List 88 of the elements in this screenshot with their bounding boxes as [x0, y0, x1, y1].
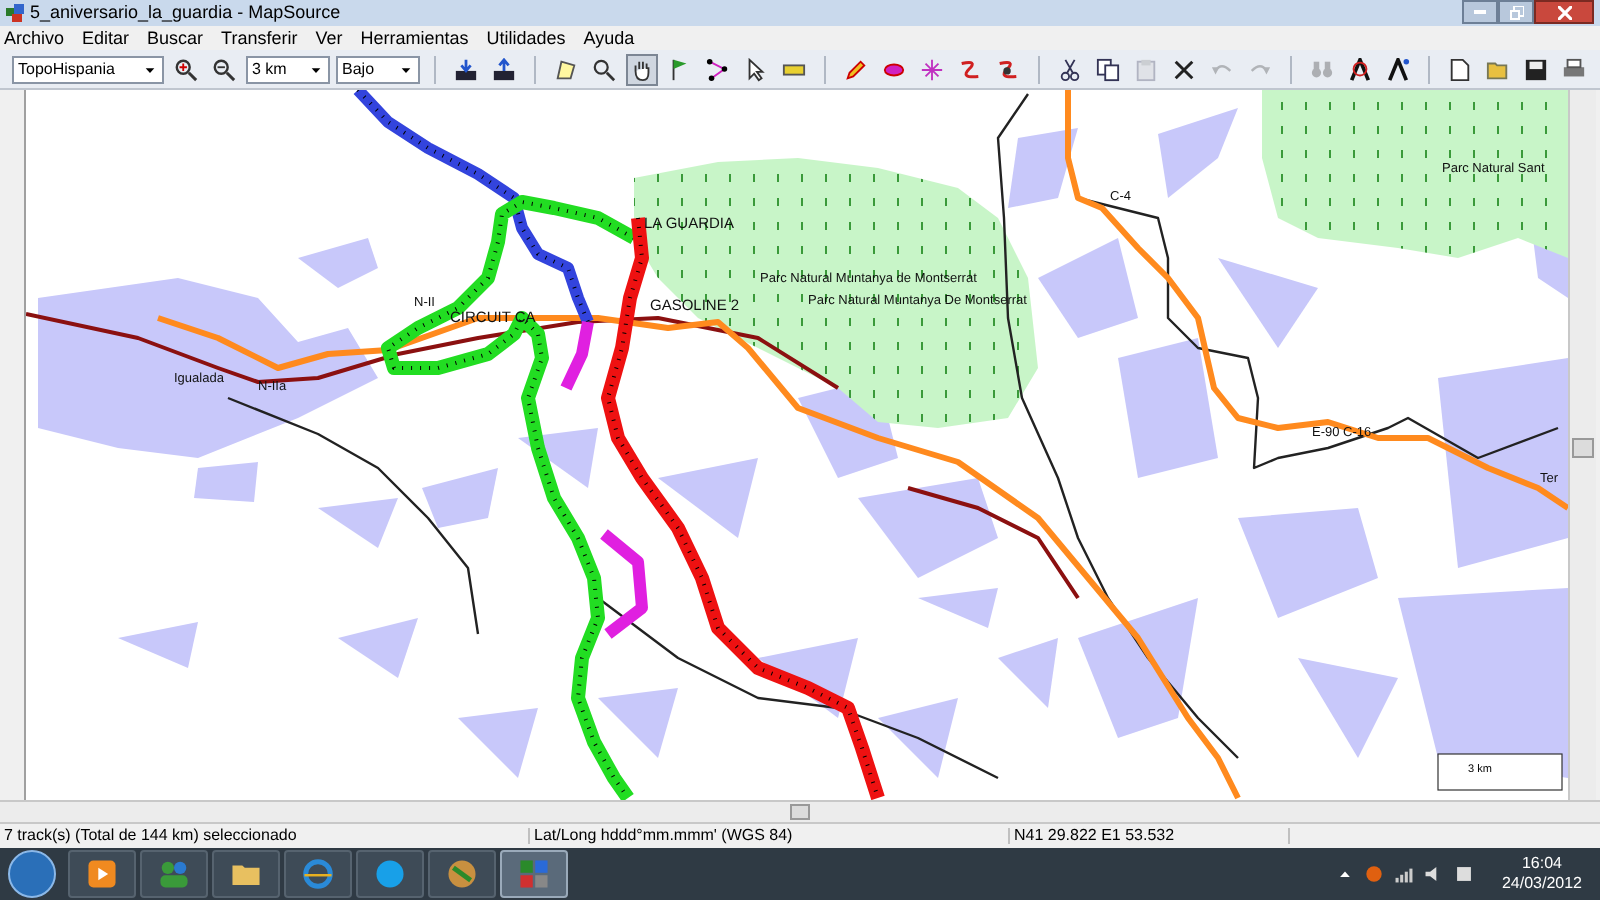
scroll-thumb[interactable]: [790, 804, 810, 820]
urban-area: [458, 708, 538, 778]
menu-item[interactable]: Editar: [82, 29, 130, 47]
restore-icon: [1509, 5, 1523, 19]
dropdown[interactable]: 3 km: [246, 55, 330, 83]
menu-item[interactable]: Ver: [315, 29, 343, 47]
pointer-icon: [744, 57, 768, 81]
clock-date: 24/03/2012: [1501, 874, 1583, 894]
dropdown[interactable]: Bajo: [336, 55, 420, 83]
map-app-icon: [518, 858, 550, 890]
map-select-icon: [554, 57, 578, 81]
start-button[interactable]: [8, 850, 56, 898]
copy-icon: [1096, 57, 1120, 81]
scroll-thumb[interactable]: [1572, 438, 1594, 458]
taskbar-button[interactable]: [356, 850, 424, 898]
urban-area: [658, 458, 758, 538]
dropdown-value: Bajo: [342, 61, 375, 77]
horizontal-scrollbar[interactable]: [0, 800, 1600, 822]
status-text: N41 29.822 E1 53.532: [1010, 828, 1290, 844]
urban-area: [1038, 238, 1138, 338]
status-text: Lat/Long hddd°mm.mmm' (WGS 84): [530, 828, 1010, 844]
folder-icon: [1486, 57, 1510, 81]
printer-icon: [1562, 57, 1586, 81]
urban-area: [878, 698, 958, 778]
urban-area: [998, 638, 1058, 708]
sparkle-icon: [920, 57, 944, 81]
dropdown-value: TopoHispania: [18, 61, 115, 77]
urban-area: [194, 462, 258, 502]
track-icon: [958, 57, 982, 81]
scale-bar: [1437, 753, 1563, 791]
copy-button[interactable]: [1092, 53, 1124, 85]
urban-area: [318, 498, 398, 548]
menu-item[interactable]: Ayuda: [583, 29, 635, 47]
menu-item[interactable]: Transferir: [221, 29, 298, 47]
flag-icon: [668, 57, 692, 81]
close-icon: [1172, 57, 1196, 81]
urban-area: [422, 468, 498, 528]
clock-time: 16:04: [1521, 854, 1563, 874]
tool-button[interactable]: [626, 53, 658, 85]
media-player-icon: [86, 858, 118, 890]
urban-area: [598, 688, 678, 758]
people-icon: [158, 858, 190, 890]
menu-item[interactable]: Buscar: [147, 29, 204, 47]
app-icon: [6, 4, 24, 22]
find-address-button[interactable]: [1344, 53, 1376, 85]
route-icon: [706, 57, 730, 81]
binoculars-icon: [1310, 57, 1334, 81]
signal-icon: [1394, 864, 1414, 884]
status-text: 7 track(s) (Total de 144 km) seleccionado: [0, 828, 530, 844]
track-edit-icon: [996, 57, 1020, 81]
urban-area: [518, 428, 598, 488]
zoom-in-icon: [174, 57, 198, 81]
page-icon: [1448, 57, 1472, 81]
taskbar-button[interactable]: [212, 850, 280, 898]
find-place-button[interactable]: [1382, 53, 1414, 85]
window-title: 5_aniversario_la_guardia - MapSource: [30, 4, 341, 22]
urban-area: [1008, 128, 1078, 208]
urban-area: [338, 618, 418, 678]
vertical-scrollbar[interactable]: [1568, 90, 1596, 800]
taskbar-button[interactable]: [428, 850, 496, 898]
zoom-out-icon: [212, 57, 236, 81]
taskbar-button[interactable]: [284, 850, 352, 898]
dropdown[interactable]: TopoHispania: [12, 55, 164, 83]
dropdown-value: 3 km: [252, 61, 287, 77]
minimize-button[interactable]: [1462, 0, 1498, 24]
urban-area: [758, 638, 858, 718]
menu-item[interactable]: Archivo: [4, 29, 65, 47]
minimize-icon: [1474, 10, 1486, 14]
close-button[interactable]: [1534, 0, 1594, 24]
urban-area: [858, 478, 998, 578]
scissors-icon: [1058, 57, 1082, 81]
zoom-tool-icon: [592, 57, 616, 81]
browser-icon: [302, 858, 334, 890]
urban-area: [118, 622, 198, 668]
urban-area: [1238, 508, 1378, 618]
pencil-icon: [844, 57, 868, 81]
close-icon: [1557, 5, 1571, 19]
hand-icon: [630, 57, 654, 81]
taskbar-button[interactable]: [140, 850, 208, 898]
restore-button[interactable]: [1498, 0, 1534, 24]
urban-area: [1158, 108, 1238, 198]
urban-area: [1078, 598, 1198, 738]
menu-item[interactable]: Utilidades: [486, 29, 566, 47]
send-button[interactable]: [488, 53, 520, 85]
menu-item[interactable]: Herramientas: [360, 29, 469, 47]
clipboard-icon: [1134, 57, 1158, 81]
taskbar-button[interactable]: [68, 850, 136, 898]
urban-area: [918, 588, 998, 628]
